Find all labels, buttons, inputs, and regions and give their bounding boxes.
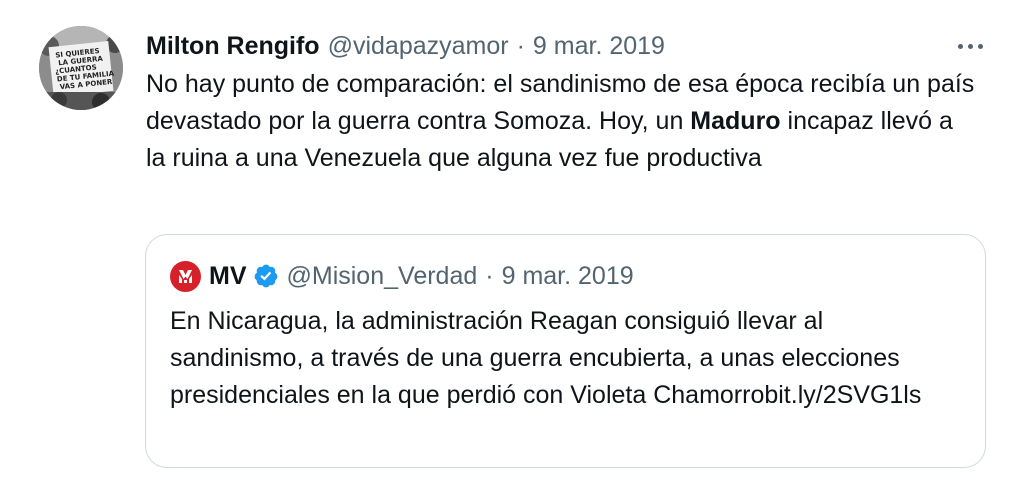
- quoted-author-name[interactable]: MV: [209, 262, 247, 291]
- tweet-header: Milton Rengifo @vidapazyamor · 9 mar. 20…: [146, 28, 665, 64]
- quoted-tweet-text: En Nicaragua, la administración Reagan c…: [170, 307, 922, 409]
- more-options-button[interactable]: [950, 32, 990, 60]
- separator-dot: ·: [485, 261, 494, 290]
- ellipsis-icon: [955, 43, 985, 49]
- author-name[interactable]: Milton Rengifo: [146, 32, 320, 61]
- quoted-author-handle[interactable]: @Mision_Verdad: [287, 262, 478, 291]
- quoted-tweet-header: MV @Mision_Verdad · 9 mar. 2019: [170, 259, 634, 293]
- verified-badge-icon: [253, 263, 279, 289]
- quoted-tweet[interactable]: MV @Mision_Verdad · 9 mar. 2019 En Nicar…: [145, 234, 986, 468]
- separator-dot: ·: [516, 31, 525, 60]
- author-handle[interactable]: @vidapazyamor: [328, 32, 509, 61]
- tweet-text-bold: Maduro: [690, 107, 781, 135]
- quoted-tweet-date[interactable]: 9 mar. 2019: [502, 262, 634, 291]
- tweet[interactable]: SI QUIERES LA GUERRA ¿CUANTOS DE TU FAMI…: [0, 0, 1014, 492]
- tweet-text: No hay punto de comparación: el sandinis…: [146, 66, 976, 177]
- avatar[interactable]: SI QUIERES LA GUERRA ¿CUANTOS DE TU FAMI…: [39, 26, 123, 110]
- mv-logo-icon[interactable]: [170, 260, 201, 292]
- avatar-photo: SI QUIERES LA GUERRA ¿CUANTOS DE TU FAMI…: [39, 26, 123, 110]
- tweet-date[interactable]: 9 mar. 2019: [533, 32, 665, 61]
